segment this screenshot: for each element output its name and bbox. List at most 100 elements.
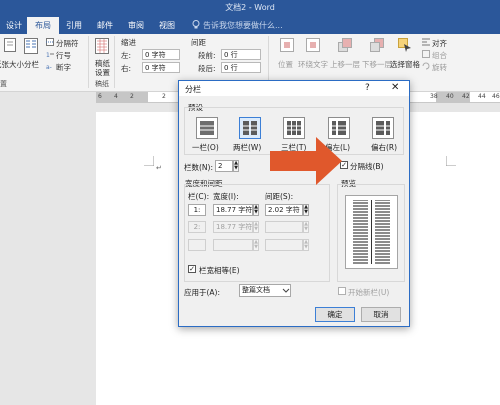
- tab-design[interactable]: 设计: [6, 20, 22, 31]
- breaks-button[interactable]: 分隔符: [56, 38, 79, 49]
- wrap-text-icon: [306, 38, 320, 54]
- spacing-before-input[interactable]: 0 行: [221, 49, 261, 60]
- draft-paper-icon: [95, 38, 109, 56]
- column-3-width-input[interactable]: [213, 239, 253, 251]
- spacing-after-input[interactable]: 0 行: [221, 62, 261, 73]
- columns-dialog: 分栏 ? ✕ 预设 一栏(O) 两栏(W) 三栏(T) 偏左(L) 偏右(R) …: [178, 80, 410, 327]
- title-bar: 文档2 - Word: [0, 0, 500, 17]
- tab-references[interactable]: 引用: [66, 20, 82, 31]
- position-button[interactable]: 位置: [278, 59, 293, 70]
- column-2-spacing-stepper[interactable]: ▲ ▼: [303, 221, 309, 233]
- hyphenation-button[interactable]: 断字: [56, 62, 71, 73]
- ok-button[interactable]: 确定: [315, 307, 355, 322]
- tab-view[interactable]: 视图: [159, 20, 175, 31]
- column-3-spacing-input[interactable]: [265, 239, 303, 251]
- tell-me-input[interactable]: 告诉我您想要做什么...: [203, 20, 283, 31]
- ribbon-tabs: 设计 布局 引用 邮件 审阅 视图 告诉我您想要做什么...: [0, 17, 500, 34]
- spacing-header: 间距: [191, 38, 206, 47]
- ruler-tick: 2: [162, 93, 166, 100]
- rotate-icon: [422, 62, 430, 72]
- tab-review[interactable]: 审阅: [128, 20, 144, 31]
- dialog-title: 分栏: [185, 85, 201, 94]
- col-header: 栏(C):: [188, 192, 210, 201]
- indent-left-input[interactable]: 0 字符: [142, 49, 180, 60]
- columns-icon: [24, 38, 38, 56]
- new-column-label: 开始新栏(U): [348, 288, 390, 297]
- indent-header: 缩进: [121, 38, 136, 47]
- draft-paper-group-label: 稿纸: [95, 80, 109, 88]
- chevron-down-icon[interactable]: [282, 287, 290, 296]
- columns-button[interactable]: 分栏: [24, 59, 39, 70]
- margin-corner-marker: [144, 156, 155, 168]
- spacing-before-label: 段前:: [198, 51, 216, 60]
- column-index-3: [188, 239, 206, 251]
- breaks-icon: [46, 38, 54, 48]
- ruler-tick: 42: [462, 93, 470, 100]
- margin-corner-marker: [445, 156, 456, 168]
- line-numbers-icon: 1: [46, 50, 54, 60]
- paper-size-icon: [4, 38, 16, 54]
- ruler-tick: 44: [478, 93, 486, 100]
- column-index-1: 1:: [188, 204, 206, 216]
- selection-pane-icon: [398, 38, 412, 54]
- send-backward-button[interactable]: 下移一层: [362, 59, 392, 70]
- svg-text:a-: a-: [46, 64, 52, 70]
- ruler-tick: 46: [492, 93, 500, 100]
- ruler-tick: 2: [130, 93, 134, 100]
- svg-text:1: 1: [46, 52, 50, 58]
- align-icon: [422, 38, 430, 48]
- column-1-spacing-input[interactable]: 2.02 字符: [265, 204, 303, 216]
- tab-mailings[interactable]: 邮件: [97, 20, 113, 31]
- equal-width-label: 栏宽相等(E): [199, 266, 240, 275]
- column-2-width-stepper[interactable]: ▲ ▼: [253, 221, 259, 233]
- column-3-width-stepper[interactable]: ▲ ▼: [253, 239, 259, 251]
- column-2-spacing-input[interactable]: [265, 221, 303, 233]
- rotate-button[interactable]: 旋转: [432, 62, 447, 73]
- column-1-width-stepper[interactable]: ▲ ▼: [253, 204, 259, 216]
- align-button[interactable]: 对齐: [432, 38, 447, 49]
- columns-count-input[interactable]: 2: [215, 160, 233, 172]
- position-icon: [280, 38, 294, 54]
- new-column-checkbox[interactable]: [338, 287, 346, 295]
- spacing-after-label: 段后:: [198, 64, 216, 73]
- separator-label: 分隔线(B): [350, 162, 384, 171]
- close-button[interactable]: ✕: [391, 82, 399, 93]
- tab-layout[interactable]: 布局: [27, 17, 59, 34]
- preset-right[interactable]: [372, 117, 394, 139]
- indent-right-label: 右:: [121, 64, 132, 73]
- column-1-width-input[interactable]: 18.77 字符: [213, 204, 253, 216]
- line-numbers-button[interactable]: 行号: [56, 50, 71, 61]
- group-icon: [422, 50, 430, 60]
- column-3-spacing-stepper[interactable]: ▲ ▼: [303, 239, 309, 251]
- preset-two-columns[interactable]: [239, 117, 261, 139]
- preset-one-column[interactable]: [196, 117, 218, 139]
- ruler-tick: 4: [114, 93, 118, 100]
- send-backward-icon: [370, 38, 384, 54]
- group-button[interactable]: 组合: [432, 50, 447, 61]
- paragraph-mark: ↵: [156, 164, 162, 172]
- column-1-spacing-stepper[interactable]: ▲ ▼: [303, 204, 309, 216]
- column-index-2: 2:: [188, 221, 206, 233]
- help-button[interactable]: ?: [365, 83, 370, 93]
- preset-right-label: 偏右(R): [371, 143, 398, 152]
- preset-one-column-label: 一栏(O): [192, 143, 219, 152]
- selection-pane-button[interactable]: 选择窗格: [390, 59, 420, 70]
- draft-paper-settings-line2: 设置: [95, 68, 110, 77]
- wrap-text-button[interactable]: 环绕文字: [298, 59, 328, 70]
- ribbon-separator: [88, 36, 89, 88]
- paper-size-button[interactable]: 纸张大小: [0, 59, 24, 70]
- cancel-button[interactable]: 取消: [361, 307, 401, 322]
- window-title: 文档2 - Word: [225, 3, 275, 12]
- bring-forward-button[interactable]: 上移一层: [330, 59, 360, 70]
- apply-to-label: 应用于(A):: [184, 288, 221, 297]
- lightbulb-icon: [192, 20, 200, 31]
- preset-two-columns-label: 两栏(W): [233, 143, 262, 152]
- ribbon-separator: [114, 36, 115, 88]
- bring-forward-icon: [338, 38, 352, 54]
- columns-count-label: 栏数(N):: [184, 163, 213, 172]
- equal-width-checkbox[interactable]: ✓: [188, 265, 196, 273]
- indent-left-label: 左:: [121, 51, 132, 60]
- indent-right-input[interactable]: 0 字符: [142, 62, 180, 73]
- columns-count-stepper[interactable]: ▲ ▼: [233, 160, 239, 172]
- column-2-width-input[interactable]: 18.77 字符: [213, 221, 253, 233]
